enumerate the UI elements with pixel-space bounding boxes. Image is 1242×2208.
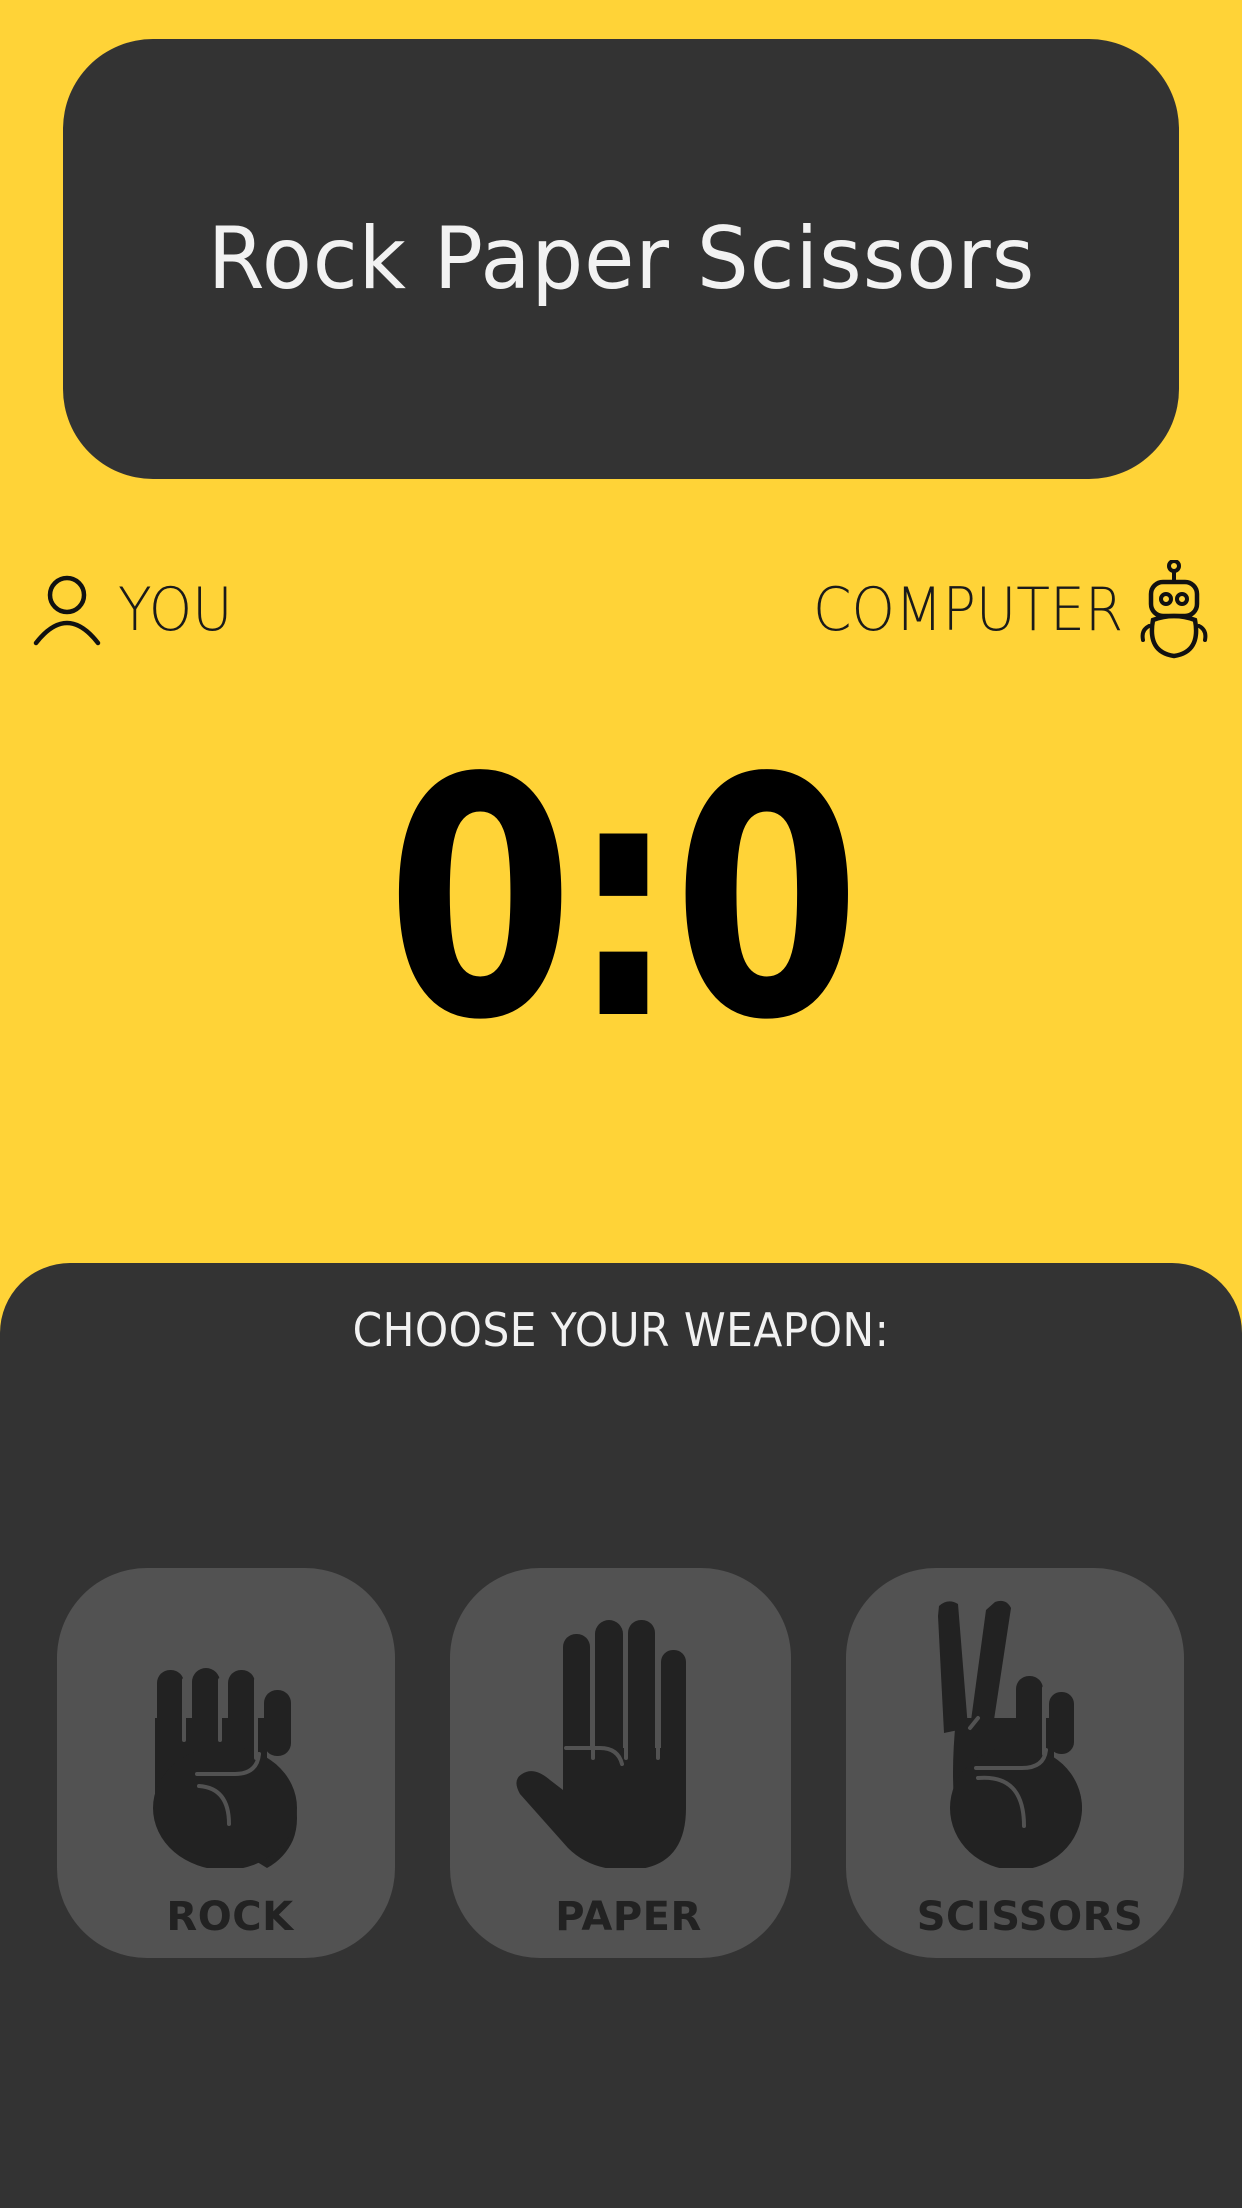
- paper-label: PAPER: [555, 1894, 702, 1940]
- scoreboard: 0:0: [112, 708, 1130, 1092]
- open-hand-icon: [516, 1620, 686, 1868]
- app-title: Rock Paper Scissors: [207, 209, 1035, 309]
- player-computer: COMPUTER: [786, 560, 1209, 660]
- victory-hand-icon: [938, 1600, 1082, 1868]
- scissors-label: SCISSORS: [916, 1894, 1144, 1940]
- paper-button[interactable]: PAPER: [450, 1568, 791, 1958]
- rock-button[interactable]: ROCK: [57, 1568, 395, 1958]
- scissors-button[interactable]: SCISSORS: [846, 1568, 1184, 1958]
- fist-icon: [153, 1668, 297, 1868]
- player-you-label: YOU: [118, 575, 233, 645]
- score-you: 0: [385, 708, 574, 1092]
- score-computer: 0: [672, 708, 861, 1092]
- robot-icon: [1140, 560, 1208, 659]
- weapon-prompt: CHOOSE YOUR WEAPON:: [352, 1303, 890, 1357]
- score-separator: :: [569, 708, 677, 1092]
- user-icon: [33, 575, 101, 646]
- player-computer-label: COMPUTER: [812, 575, 1123, 645]
- game-screen: Rock Paper Scissors YOU COMPUTER 0:0 CHO…: [0, 0, 1242, 2208]
- rock-label: ROCK: [166, 1894, 294, 1940]
- title-card: Rock Paper Scissors: [63, 39, 1179, 479]
- player-you: YOU: [32, 560, 243, 660]
